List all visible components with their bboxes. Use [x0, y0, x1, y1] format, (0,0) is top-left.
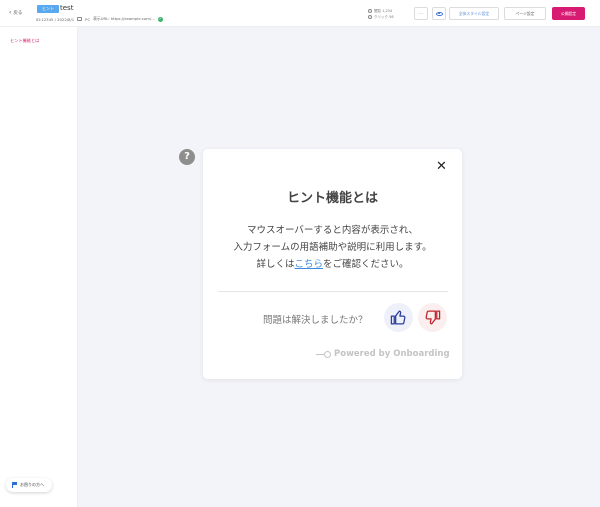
clock-icon	[368, 9, 372, 13]
thumb-up-icon	[390, 310, 406, 325]
stats: 閲覧 1,234 クリック 56	[368, 8, 394, 20]
powered-by-label: Powered by Onboarding	[334, 349, 450, 359]
thumb-down-icon	[425, 310, 441, 325]
body-line-3: 詳しくはこちらをご確認ください。	[203, 256, 462, 273]
body-line-2: 入力フォームの用語補助や説明に利用します。	[233, 242, 432, 253]
close-icon[interactable]: ✕	[436, 160, 447, 173]
thumb-down-button[interactable]	[418, 303, 447, 332]
meta-device: PC	[85, 16, 91, 22]
meta-url: 表示URL: https://example.com/...	[93, 16, 155, 21]
sidebar: ヒント機能とは	[0, 27, 78, 507]
question-icon[interactable]: ?	[179, 149, 195, 165]
page-title[interactable]: test	[60, 4, 73, 12]
card-title: ヒント機能とは	[286, 191, 378, 206]
back-button[interactable]: ‹ 戻る	[9, 9, 22, 16]
more-button[interactable]: ···	[414, 7, 428, 20]
type-badge: ヒント	[37, 5, 59, 13]
sidebar-item-hint[interactable]: ヒント機能とは	[10, 38, 39, 44]
details-link[interactable]: こちら	[294, 259, 323, 270]
thumb-up-button[interactable]	[384, 303, 413, 332]
meta-info: ID:12345 / 2022/8/1 PC 表示URL: https://ex…	[36, 16, 163, 22]
back-label: 戻る	[13, 10, 23, 16]
preview-button[interactable]	[432, 7, 446, 20]
publish-button[interactable]: 公開設定	[552, 7, 585, 20]
body-line-1: マウスオーバーすると内容が表示され、	[246, 225, 418, 236]
top-header: ‹ 戻る ヒント test ID:12345 / 2022/8/1 PC 表示U…	[0, 0, 600, 27]
chevron-left-icon: ‹	[9, 9, 12, 16]
stats-clicks: クリック 56	[374, 15, 394, 19]
body-line-3-after: をご確認ください。	[323, 259, 409, 270]
divider	[218, 291, 448, 292]
help-button[interactable]: お困りの方へ	[6, 478, 52, 492]
resolved-question: 問題は解決しましたか？	[263, 315, 368, 326]
powered-by: Powered by Onboarding	[316, 349, 450, 359]
flag-icon	[12, 482, 17, 488]
monitor-icon	[77, 17, 83, 21]
page-settings-button[interactable]: ページ設定	[504, 7, 546, 20]
clock-icon	[368, 15, 372, 19]
card-body: マウスオーバーすると内容が表示され、 入力フォームの用語補助や説明に利用します。…	[203, 222, 462, 273]
meta-id: ID:12345 / 2022/8/1	[36, 16, 75, 22]
help-label: お困りの方へ	[20, 482, 44, 487]
hint-card: ✕ ヒント機能とは マウスオーバーすると内容が表示され、 入力フォームの用語補助…	[203, 149, 462, 379]
style-settings-button[interactable]: 全体スタイル設定	[449, 7, 499, 20]
body-line-3-before: 詳しくは	[256, 259, 295, 270]
eye-icon	[435, 11, 443, 16]
check-icon: ✓	[157, 16, 163, 22]
onboarding-logo-icon	[316, 350, 331, 358]
